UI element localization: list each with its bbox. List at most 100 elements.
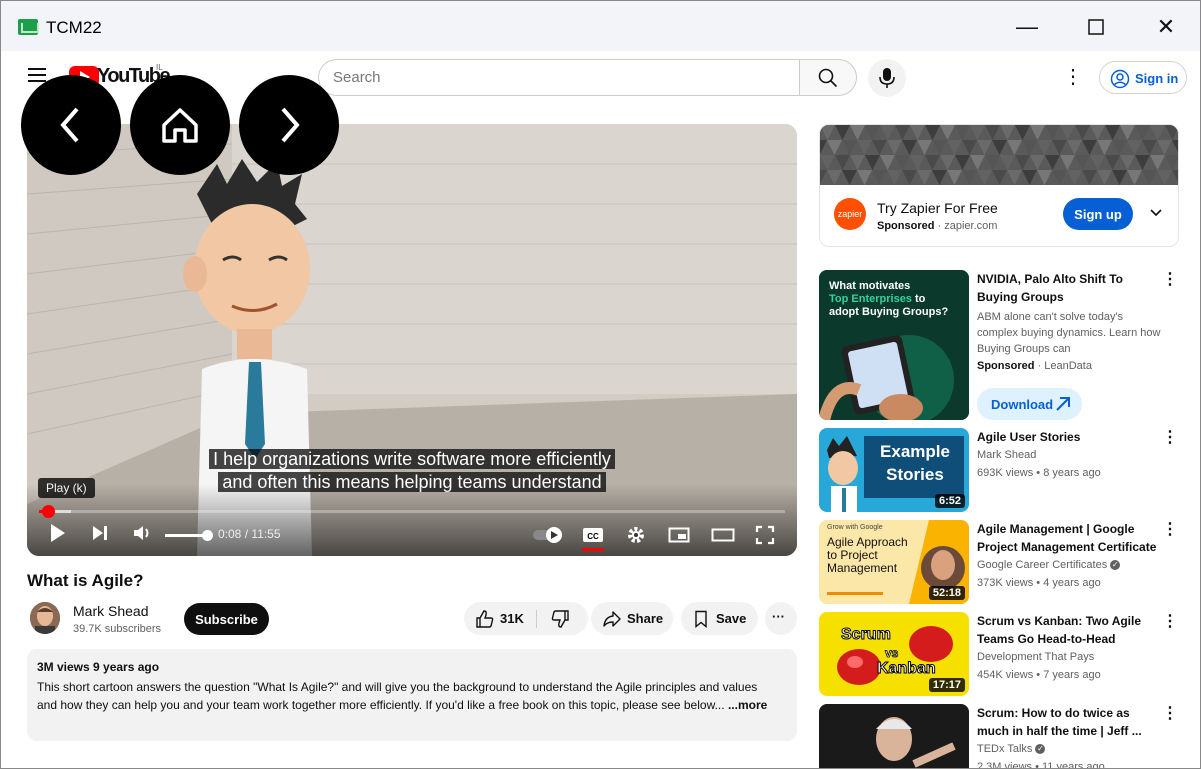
recommendation-channel[interactable]: TEDx Talks ✓ — [977, 741, 1046, 757]
maximize-button[interactable] — [1073, 9, 1119, 45]
volume-button[interactable] — [132, 522, 154, 549]
recommendation-item[interactable]: Grow with Google Agile Approach to Proje… — [819, 520, 1199, 604]
recommendation-title[interactable]: Agile Management | Google Project Manage… — [977, 520, 1162, 556]
play-button[interactable] — [49, 522, 67, 549]
video-duration: 17:17 — [928, 678, 965, 692]
recommendation-menu-icon[interactable]: ⋮ — [1162, 430, 1178, 446]
video-duration: 52:18 — [928, 586, 965, 600]
recommendation-title[interactable]: NVIDIA, Palo Alto Shift To Buying Groups — [977, 270, 1162, 306]
play-icon — [51, 524, 65, 542]
recommendation-channel[interactable]: Mark Shead — [977, 447, 1036, 463]
recommendation-item[interactable]: Example Stories 6:52 Agile User Stories … — [819, 428, 1199, 512]
search-box — [318, 59, 800, 96]
search-button[interactable] — [799, 59, 857, 96]
like-count: 31K — [500, 611, 524, 626]
time-display: 0:08 / 11:55 — [218, 527, 281, 541]
voice-search-button[interactable] — [868, 59, 906, 97]
like-button[interactable]: 31K — [464, 602, 534, 635]
channel-avatar[interactable] — [30, 602, 60, 634]
recommendation-thumbnail[interactable]: Scrum vs Kanban 17:17 — [819, 612, 969, 696]
dislike-button[interactable] — [538, 602, 588, 635]
volume-icon — [134, 526, 149, 540]
forward-icon — [281, 107, 300, 143]
thumbnail-text: Agile Approach to Project Management — [827, 535, 908, 575]
video-duration: 6:52 — [934, 494, 965, 508]
settings-button[interactable] — [626, 525, 646, 550]
ad-title[interactable]: Try Zapier For Free — [877, 200, 998, 216]
like-divider — [536, 610, 537, 628]
ad-sponsor-line: Sponsored · LeanData — [977, 360, 1092, 372]
recommendation-title[interactable]: Agile User Stories — [977, 428, 1162, 446]
recommendation-title[interactable]: Scrum: How to do twice as much in half t… — [977, 704, 1162, 740]
theater-mode-button[interactable] — [711, 526, 735, 549]
zapier-logo: zapier — [834, 198, 866, 230]
autoplay-toggle[interactable] — [532, 526, 564, 549]
recommendation-thumbnail[interactable]: Grow with Google Agile Approach to Proje… — [819, 520, 969, 604]
next-button[interactable] — [90, 522, 110, 549]
recommendation-thumbnail[interactable]: Example Stories 6:52 — [819, 428, 969, 512]
chevron-down-icon[interactable] — [1148, 205, 1164, 221]
download-button[interactable]: Download — [977, 388, 1082, 420]
volume-knob[interactable] — [202, 530, 213, 541]
gear-icon — [628, 527, 644, 543]
share-label: Share — [627, 611, 664, 626]
recommendation-title[interactable]: Scrum vs Kanban: Two Agile Teams Go Head… — [977, 612, 1162, 648]
captions-button[interactable]: CC — [582, 526, 604, 549]
description-box[interactable]: 3M views 9 years ago This short cartoon … — [27, 649, 797, 741]
save-button[interactable]: Save — [681, 602, 758, 635]
fullscreen-icon — [755, 525, 775, 545]
subscribe-button[interactable]: Subscribe — [184, 603, 269, 635]
recommendation-channel[interactable]: Development That Pays — [977, 649, 1094, 665]
bookmark-icon — [695, 610, 707, 628]
recommendation-channel[interactable]: Google Career Certificates ✓ — [977, 557, 1121, 573]
show-more-link[interactable]: ...more — [728, 698, 767, 712]
recommendation-thumbnail[interactable] — [819, 704, 969, 768]
recommendation-item[interactable]: Scrum vs Kanban 17:17 Scrum vs Kanban: T… — [819, 612, 1199, 696]
more-actions-icon: ··· — [772, 609, 785, 624]
progress-bar[interactable] — [39, 510, 785, 513]
caption-line-1: I help organizations write software more… — [27, 449, 797, 470]
channel-name[interactable]: Mark Shead — [73, 603, 148, 619]
recommendation-item[interactable]: What motivates Top Enterprises to adopt … — [819, 270, 1199, 420]
recommendation-menu-icon[interactable]: ⋮ — [1162, 706, 1178, 722]
recommendation-menu-icon[interactable]: ⋮ — [1162, 522, 1178, 538]
back-icon — [60, 107, 79, 143]
settings-kebab-icon[interactable]: ⋮ — [1063, 65, 1083, 89]
recommendation-stats: 2.3M views • 11 years ago — [977, 761, 1105, 769]
thumbnail-text-kanban: Kanban — [877, 660, 937, 678]
share-icon — [603, 611, 621, 627]
more-actions-button[interactable]: ··· — [765, 602, 797, 635]
autoplay-icon — [533, 527, 562, 543]
fullscreen-button[interactable] — [755, 525, 775, 550]
miniplayer-button[interactable] — [668, 526, 690, 549]
account-icon — [1110, 69, 1130, 89]
video-title: What is Agile? — [27, 571, 144, 590]
close-button[interactable]: ✕ — [1143, 9, 1189, 45]
recommendation-item[interactable]: Scrum: How to do twice as much in half t… — [819, 704, 1199, 769]
thumbnail-text-scrum: Scrum — [841, 626, 892, 644]
progress-scrubber[interactable] — [42, 505, 55, 518]
save-label: Save — [716, 611, 747, 626]
recommendation-thumbnail[interactable]: What motivates Top Enterprises to adopt … — [819, 270, 969, 420]
minimize-button[interactable]: — — [1004, 9, 1050, 45]
ad-sign-up-button[interactable]: Sign up — [1063, 198, 1133, 230]
download-label: Download — [991, 397, 1054, 412]
forward-button[interactable] — [239, 75, 339, 175]
miniplayer-icon — [668, 527, 690, 543]
sign-in-button[interactable]: Sign in — [1099, 61, 1187, 94]
external-link-icon — [1056, 397, 1070, 411]
recommendation-menu-icon[interactable]: ⋮ — [1162, 272, 1178, 288]
sponsored-ad-card[interactable]: zapier Try Zapier For Free Sponsored · z… — [819, 124, 1179, 247]
like-dislike-group: 31K — [464, 602, 588, 635]
subscriber-count: 39.7K subscribers — [73, 623, 162, 635]
country-code: IL — [156, 63, 163, 72]
video-player[interactable]: I help organizations write software more… — [27, 124, 797, 556]
app-window: TCM22 — ✕ YouTube IL ⋮ Sign in — [0, 0, 1201, 769]
menu-icon[interactable] — [28, 68, 46, 82]
recommendation-menu-icon[interactable]: ⋮ — [1162, 614, 1178, 630]
share-button[interactable]: Share — [591, 602, 673, 635]
back-button[interactable] — [21, 75, 121, 175]
search-icon — [818, 68, 838, 88]
search-input[interactable] — [333, 60, 773, 94]
home-button[interactable] — [130, 75, 230, 175]
